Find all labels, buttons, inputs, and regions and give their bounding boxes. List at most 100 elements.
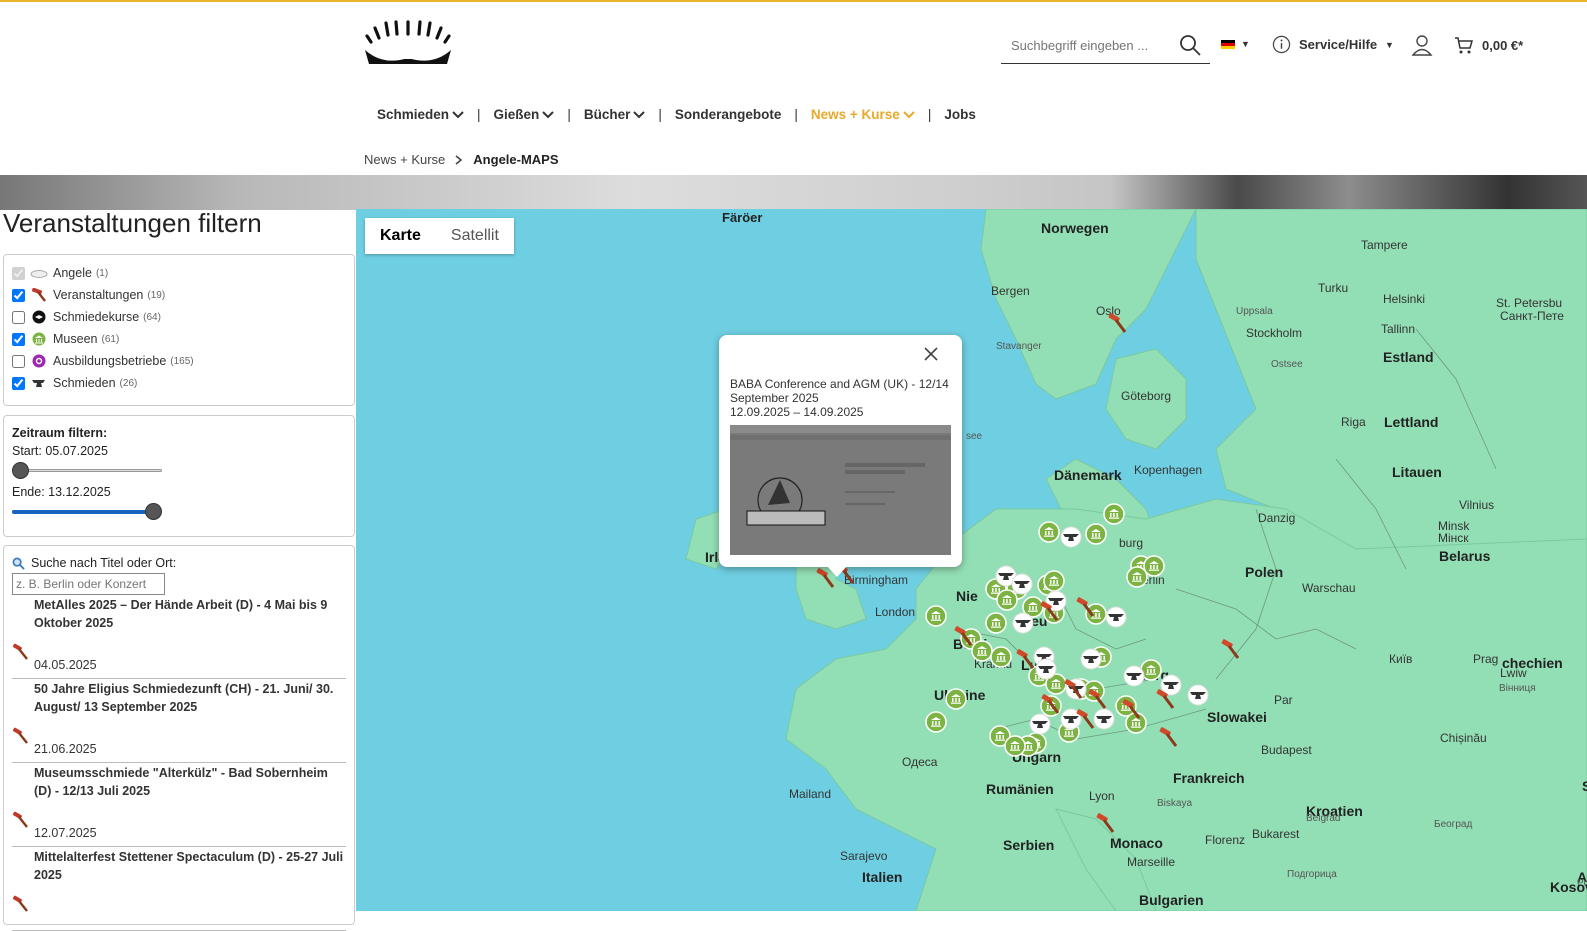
museum-marker-icon[interactable] [1038,521,1060,543]
nav-separator: | [794,107,798,122]
hammer-icon [31,288,46,302]
filter-checkbox[interactable] [12,266,25,280]
nav-item-sonderangebote[interactable]: Sonderangebote [675,107,782,122]
filter-ausbildungsbetriebe[interactable]: Ausbildungsbetriebe (165) [4,350,354,372]
cart-button[interactable]: 0,00 €* [1454,35,1523,55]
filter-label: Ausbildungsbetriebe [53,354,167,368]
forge-marker-icon[interactable] [1123,665,1145,687]
forge-marker-icon[interactable] [1060,526,1082,548]
search-input[interactable] [1001,30,1171,60]
map-label: Belgrad [1306,813,1341,824]
hammer-icon [12,895,28,912]
museum-marker-icon[interactable] [1004,735,1026,757]
event-marker-icon[interactable] [1040,693,1062,715]
nav-item-schmieden[interactable]: Schmieden [377,107,464,122]
event-marker-icon[interactable] [1075,596,1097,618]
event-marker-icon[interactable] [1158,726,1180,748]
slider-thumb[interactable] [12,462,29,479]
site-logo[interactable] [363,20,453,68]
filter-checkbox[interactable] [12,376,25,390]
forge-marker-icon[interactable] [1187,684,1209,706]
filter-veranstaltungen[interactable]: Veranstaltungen (19) [4,284,354,306]
forge-marker-icon[interactable] [1105,606,1127,628]
event-marker-icon[interactable] [1075,708,1097,730]
event-title[interactable]: MetAlles 2025 – Der Hände Arbeit (D) - 4… [34,595,346,632]
main-navigation: Schmieden | Gießen | Bücher | Sonderange… [377,107,976,122]
breadcrumb-parent[interactable]: News + Kurse [364,152,445,167]
forge-marker-icon[interactable] [1011,573,1033,595]
museum-marker-icon[interactable] [945,688,967,710]
museum-marker-icon[interactable] [1126,566,1148,588]
museum-marker-icon[interactable] [1043,570,1065,592]
map-tab-karte[interactable]: Karte [365,218,436,254]
language-caret-icon[interactable]: ▼ [1241,39,1250,49]
event-marker-icon[interactable] [1063,678,1085,700]
info-icon [1272,35,1291,54]
forge-marker-icon[interactable] [1035,658,1057,680]
filter-checkbox[interactable] [12,354,25,368]
start-date-slider[interactable] [12,461,162,479]
map-label: Ostsee [1271,359,1303,370]
german-flag-icon[interactable] [1221,40,1235,49]
nav-item-buecher[interactable]: Bücher [584,107,646,122]
chevron-down-icon [903,110,915,118]
event-title[interactable]: Mittelalterfest Stettener Spectaculum (D… [34,847,346,884]
nav-separator: | [477,107,481,122]
filter-checkbox[interactable] [12,288,25,302]
filter-schmiedekurse[interactable]: Schmiedekurse (64) [4,306,354,328]
end-date-slider[interactable] [12,502,162,520]
event-marker-icon[interactable] [1039,600,1061,622]
map-view[interactable]: FäröerNorwegenFinnlandTampereBergenOsloT… [356,209,1587,911]
event-list-item[interactable]: 50 Jahre Eligius Schmiedezunft (CH) - 21… [12,679,346,763]
museum-marker-icon[interactable] [1103,503,1125,525]
cart-icon [1455,37,1473,54]
service-menu[interactable]: Service/Hilfe ▼ [1272,35,1394,54]
popup-thumbnail-image[interactable] [730,425,951,555]
nav-item-giessen[interactable]: Gießen [494,107,555,122]
close-icon[interactable] [924,347,938,361]
event-list-item[interactable]: MetAlles 2025 – Der Hände Arbeit (D) - 4… [12,595,346,679]
forge-marker-icon[interactable] [1012,612,1034,634]
event-search-input[interactable] [12,573,165,595]
map-label: Chișinău [1440,731,1487,745]
event-marker-icon[interactable] [1095,812,1117,834]
filter-count: (1) [95,267,109,279]
map-tab-satellit[interactable]: Satellit [436,218,514,254]
map-label: Uppsala [1236,306,1273,317]
event-marker-icon[interactable] [1015,648,1037,670]
event-marker-icon[interactable] [1107,312,1129,334]
event-list-item[interactable]: Mittelalterfest Stettener Spectaculum (D… [12,847,346,931]
search-bar [1001,30,1210,64]
forge-marker-icon[interactable] [1029,713,1051,735]
hero-banner-image [0,175,1587,210]
event-marker-icon[interactable] [953,625,975,647]
event-search-panel: Suche nach Titel oder Ort: MetAlles 2025… [3,545,355,931]
map-label: Göteborg [1121,389,1172,403]
museum-marker-icon[interactable] [990,646,1012,668]
event-marker-icon[interactable] [1121,698,1143,720]
museum-marker-icon[interactable] [925,711,947,733]
nav-item-news-kurse[interactable]: News + Kurse [811,107,915,122]
filter-schmieden[interactable]: Schmieden (26) [4,372,354,394]
forge-marker-icon[interactable] [1080,648,1102,670]
event-title[interactable]: 50 Jahre Eligius Schmiedezunft (CH) - 21… [34,679,346,716]
filter-angele[interactable]: Angele (1) [4,262,354,284]
slider-thumb[interactable] [145,503,162,520]
filter-checkbox[interactable] [12,310,25,324]
filter-checkbox[interactable] [12,332,25,346]
user-account-icon[interactable] [1410,33,1434,57]
event-marker-icon[interactable] [1087,688,1109,710]
nav-item-jobs[interactable]: Jobs [944,107,976,122]
search-icon[interactable] [1178,33,1202,57]
map-label: Одеса [902,755,938,769]
event-list-item[interactable]: Museumsschmiede "Alterkülz" - Bad Sobern… [12,763,346,847]
filter-museen[interactable]: Museen (61) [4,328,354,350]
museum-marker-icon[interactable] [985,612,1007,634]
event-marker-icon[interactable] [1220,638,1242,660]
event-marker-icon[interactable] [1155,688,1177,710]
museum-marker-icon[interactable] [925,605,947,627]
map-label: Sarajevo [840,849,888,863]
popup-title[interactable]: BABA Conference and AGM (UK) - 12/14 Sep… [730,377,950,405]
event-title[interactable]: Museumsschmiede "Alterkülz" - Bad Sobern… [34,763,346,800]
museum-marker-icon[interactable] [1085,523,1107,545]
